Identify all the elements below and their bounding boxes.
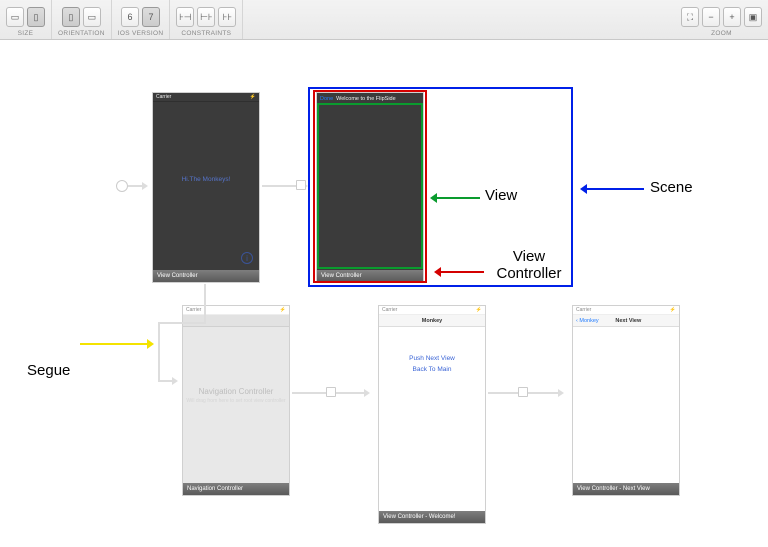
scene-footer: View Controller bbox=[153, 270, 259, 282]
annotation-segue-arrow bbox=[80, 343, 152, 345]
segue-vc1-to-nav[interactable] bbox=[204, 284, 206, 324]
scene-footer: View Controller - Welcome! bbox=[379, 511, 485, 523]
scene-welcome[interactable]: Carrier⚡ Monkey Push Next View Back To M… bbox=[378, 305, 486, 524]
back-to-main-button[interactable]: Back To Main bbox=[379, 366, 485, 373]
annotation-scene-label: Scene bbox=[650, 179, 693, 196]
zoom-fit-button[interactable]: ⛶ bbox=[681, 7, 699, 27]
phone-body bbox=[317, 105, 423, 270]
push-next-button[interactable]: Push Next View bbox=[379, 355, 485, 362]
segue-dock[interactable] bbox=[518, 387, 528, 397]
scene-view-controller-1[interactable]: Carrier⚡ Hi.The Monkeys! i View Controll… bbox=[152, 92, 260, 283]
nav-title: Next View bbox=[584, 318, 673, 324]
resolve-button[interactable]: ⊦⊦ bbox=[218, 7, 236, 27]
constraints-group: ⊦⊣ ⊢⊦ ⊦⊦ CONSTRAINTS bbox=[170, 0, 243, 39]
nav-title: Welcome to the FlipSide bbox=[336, 96, 420, 102]
segue-line bbox=[158, 322, 160, 382]
constraints-label: CONSTRAINTS bbox=[181, 30, 231, 37]
annotation-view-arrow bbox=[432, 197, 480, 199]
status-bar: Carrier⚡ bbox=[153, 93, 259, 102]
pin-button[interactable]: ⊢⊦ bbox=[197, 7, 215, 27]
size-4-button[interactable]: ▯ bbox=[27, 7, 45, 27]
zoom-in-button[interactable]: + bbox=[723, 7, 741, 27]
align-button[interactable]: ⊦⊣ bbox=[176, 7, 194, 27]
landscape-button[interactable]: ▭ bbox=[83, 7, 101, 27]
ios6-button[interactable]: 6 bbox=[121, 7, 139, 27]
phone-body bbox=[573, 327, 679, 483]
scene-footer: Navigation Controller bbox=[183, 483, 289, 495]
size-label: SIZE bbox=[18, 30, 34, 37]
status-bar: Carrier⚡ bbox=[379, 306, 485, 315]
zoom-label: ZOOM bbox=[711, 30, 732, 37]
scene-footer: View Controller bbox=[317, 270, 423, 282]
ios-version-group: 6 7 IOS VERSION bbox=[112, 0, 171, 39]
status-bar: Carrier⚡ bbox=[183, 306, 289, 315]
entry-point-icon bbox=[116, 180, 128, 192]
zoom-out-button[interactable]: − bbox=[702, 7, 720, 27]
toolbar: ▭ ▯ SIZE ▯ ▭ ORIENTATION 6 7 IOS VERSION… bbox=[0, 0, 768, 40]
annotation-vc-arrow bbox=[436, 271, 484, 273]
nav-placeholder: Navigation Controller Will drag from her… bbox=[183, 387, 289, 404]
size-3-5-button[interactable]: ▭ bbox=[6, 7, 24, 27]
ios-version-label: IOS VERSION bbox=[118, 30, 164, 37]
segue-line bbox=[158, 380, 176, 382]
nav-title: Monkey bbox=[385, 318, 479, 324]
scene-navigation-controller[interactable]: Carrier⚡ Navigation Controller Will drag… bbox=[182, 305, 290, 496]
done-button[interactable]: Done bbox=[320, 96, 333, 102]
zoom-actual-button[interactable]: ▣ bbox=[744, 7, 762, 27]
annotation-view-label: View bbox=[485, 187, 517, 204]
nav-bar: Monkey bbox=[379, 315, 485, 327]
center-text: Hi.The Monkeys! bbox=[153, 176, 259, 183]
info-icon[interactable]: i bbox=[241, 252, 253, 264]
segue-line bbox=[158, 322, 206, 324]
portrait-button[interactable]: ▯ bbox=[62, 7, 80, 27]
annotation-segue-label: Segue bbox=[27, 362, 70, 379]
status-bar: Carrier⚡ bbox=[573, 306, 679, 315]
zoom-group: ⛶ − + ▣ ZOOM bbox=[675, 0, 768, 39]
ios7-button[interactable]: 7 bbox=[142, 7, 160, 27]
orientation-group: ▯ ▭ ORIENTATION bbox=[52, 0, 112, 39]
size-group: ▭ ▯ SIZE bbox=[0, 0, 52, 39]
nav-bar bbox=[183, 315, 289, 327]
phone-body: Hi.The Monkeys! i bbox=[153, 102, 259, 270]
nav-bar: ‹ Monkey Next View bbox=[573, 315, 679, 327]
phone-body: Navigation Controller Will drag from her… bbox=[183, 327, 289, 483]
storyboard-canvas[interactable]: Carrier⚡ Hi.The Monkeys! i View Controll… bbox=[0, 40, 768, 547]
segue-dock[interactable] bbox=[326, 387, 336, 397]
scene-next-view[interactable]: Carrier⚡ ‹ Monkey Next View View Control… bbox=[572, 305, 680, 496]
scene-flipside[interactable]: Done Welcome to the FlipSide View Contro… bbox=[316, 92, 424, 283]
annotation-scene-arrow bbox=[582, 188, 644, 190]
segue-dock[interactable] bbox=[296, 180, 306, 190]
phone-body: Push Next View Back To Main bbox=[379, 355, 485, 511]
scene-footer: View Controller - Next View bbox=[573, 483, 679, 495]
entry-arrow bbox=[128, 185, 146, 187]
orientation-label: ORIENTATION bbox=[58, 30, 105, 37]
nav-bar: Done Welcome to the FlipSide bbox=[317, 93, 423, 105]
annotation-vc-label: View Controller bbox=[489, 248, 569, 282]
